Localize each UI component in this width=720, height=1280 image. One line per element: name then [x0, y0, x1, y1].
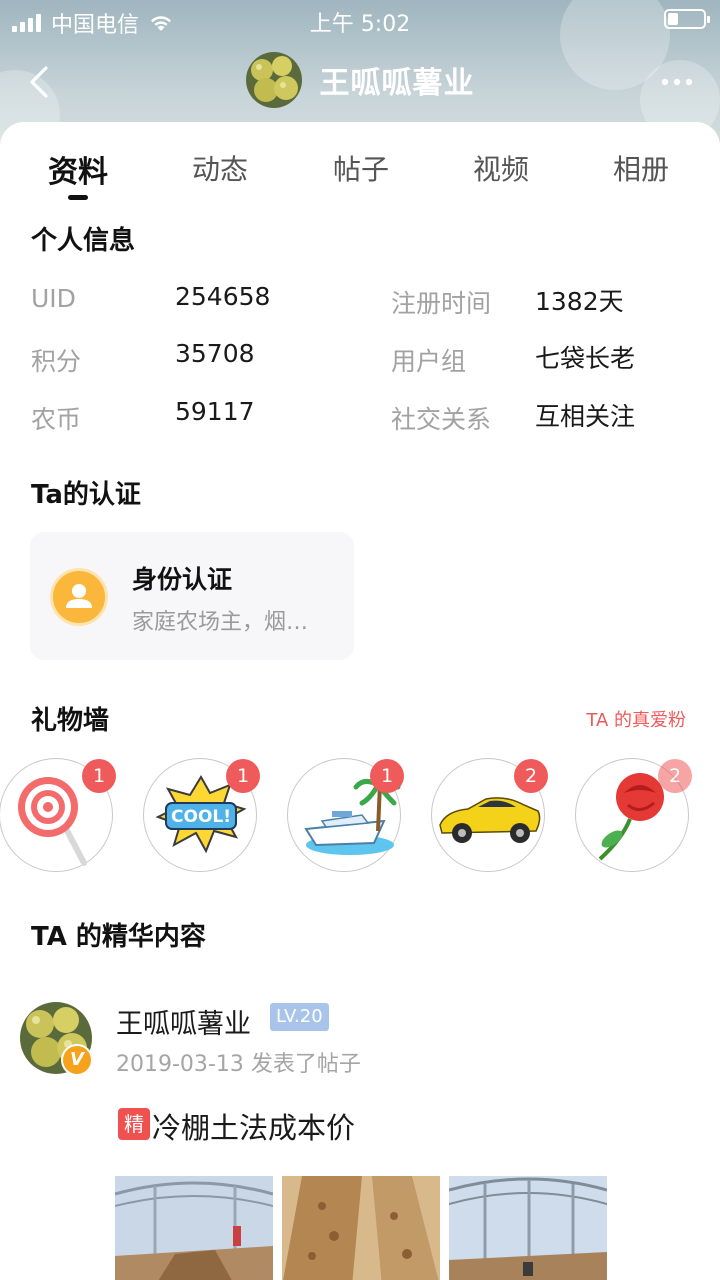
- battery-icon: [664, 9, 710, 29]
- essence-tag: 精: [118, 1108, 150, 1140]
- tab-profile[interactable]: 资料: [48, 147, 108, 191]
- gift-cool-sticker[interactable]: COOL! 1: [143, 758, 260, 872]
- nav-bar: 王呱呱薯业: [0, 44, 720, 118]
- user-group-value: 七袋长老: [535, 344, 636, 373]
- user-icon: [50, 568, 108, 626]
- gift-rose[interactable]: 2: [575, 758, 692, 872]
- coins-value: 59117: [175, 397, 255, 426]
- post-author-name[interactable]: 王呱呱薯业: [116, 1002, 251, 1041]
- gift-count-badge: 2: [658, 759, 692, 793]
- coins-label: 农币: [31, 405, 82, 434]
- certification-card-title: 身份认证: [132, 565, 233, 594]
- tab-posts[interactable]: 帖子: [333, 148, 389, 188]
- register-time-label: 注册时间: [391, 289, 492, 318]
- profile-card: 资料 动态 帖子 视频 相册 个人信息 UID 254658 积分 35708 …: [0, 122, 720, 1280]
- nav-title: 王呱呱薯业: [319, 66, 475, 101]
- tab-album[interactable]: 相册: [613, 148, 669, 188]
- certification-card-desc: 家庭农场主，烟…: [132, 610, 309, 635]
- uid-value: 254658: [175, 282, 271, 311]
- post-meta: 2019-03-13 发表了帖子: [116, 1052, 361, 1077]
- nav-avatar[interactable]: [245, 52, 302, 108]
- post-image-thumb[interactable]: [449, 1176, 607, 1280]
- gift-count-badge: 1: [82, 759, 116, 793]
- tab-activity[interactable]: 动态: [192, 148, 248, 188]
- certification-title: Ta的认证: [31, 480, 141, 510]
- user-group-label: 用户组: [391, 347, 467, 376]
- gift-lollipop[interactable]: 1: [0, 758, 116, 872]
- true-fans-link[interactable]: TA 的真爱粉: [586, 706, 686, 732]
- gift-count-badge: 2: [514, 759, 548, 793]
- identity-certification-card[interactable]: 身份认证 家庭农场主，烟…: [30, 532, 354, 660]
- register-time-value: 1382天: [535, 287, 624, 316]
- active-tab-indicator: [68, 195, 88, 200]
- social-relation-label: 社交关系: [391, 405, 492, 434]
- featured-content-title: TA 的精华内容: [31, 922, 206, 952]
- uid-label: UID: [31, 284, 76, 313]
- gift-sports-car[interactable]: 2: [431, 758, 548, 872]
- personal-info-title: 个人信息: [31, 226, 136, 256]
- tab-bar: 资料 动态 帖子 视频 相册: [0, 122, 720, 206]
- gift-count-badge: 1: [370, 759, 404, 793]
- points-value: 35708: [175, 339, 255, 368]
- clock: 上午 5:02: [309, 12, 411, 37]
- post-image-thumb[interactable]: [282, 1176, 440, 1280]
- svg-text:COOL!: COOL!: [171, 807, 231, 827]
- tab-videos[interactable]: 视频: [473, 148, 529, 188]
- points-label: 积分: [31, 347, 82, 376]
- gift-yacht[interactable]: 1: [287, 758, 404, 872]
- status-bar: 中国电信 上午 5:02: [0, 0, 720, 40]
- post-image-thumb[interactable]: [115, 1176, 273, 1280]
- social-relation-value: 互相关注: [535, 402, 636, 431]
- verified-badge-icon: V: [61, 1044, 93, 1076]
- post-title[interactable]: 冷棚土法成本价: [152, 1105, 355, 1147]
- gift-wall-title: 礼物墙: [31, 706, 110, 736]
- gift-count-badge: 1: [226, 759, 260, 793]
- level-badge: LV.20: [270, 1003, 329, 1031]
- more-icon[interactable]: [660, 72, 694, 92]
